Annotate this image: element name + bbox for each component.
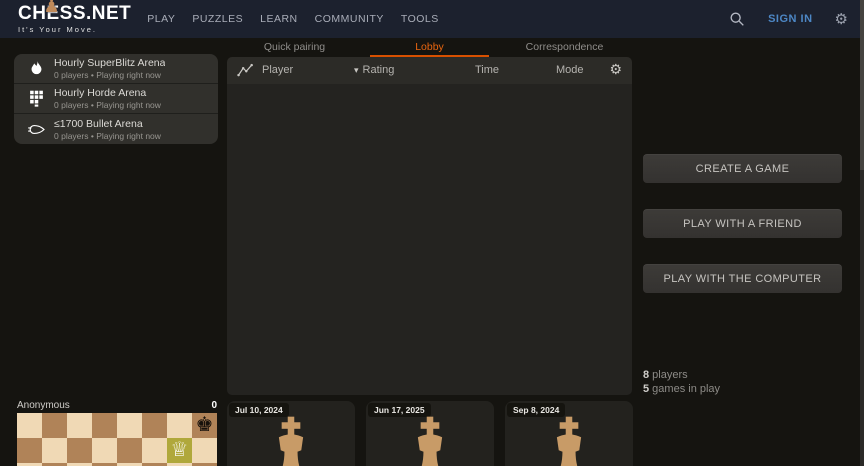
page-scrollbar[interactable] (860, 0, 864, 466)
lobby-panel: Quick pairing Lobby Correspondence Playe… (227, 38, 632, 395)
mini-board[interactable]: ♚ ♕ (17, 413, 217, 466)
tab-quick-pairing[interactable]: Quick pairing (227, 38, 362, 57)
column-header-rating[interactable]: ▾ Rating (354, 64, 394, 76)
chess-piece[interactable]: ♚ (192, 413, 217, 438)
featured-card[interactable]: Jun 17, 2025 (366, 401, 494, 466)
play-with-computer-button[interactable]: PLAY WITH THE COMPUTER (643, 264, 842, 293)
sort-arrow-icon: ▾ (354, 65, 359, 75)
tournament-list: Hourly SuperBlitz Arena 0 players • Play… (14, 54, 218, 144)
mini-game-score: 0 (211, 400, 217, 411)
site-stats: 8 players 5 games in play (643, 368, 720, 396)
column-header-player[interactable]: Player (262, 64, 293, 76)
king-piece-icon (278, 416, 304, 466)
flame-icon (22, 60, 50, 77)
board-square[interactable] (142, 438, 167, 463)
board-square[interactable] (92, 413, 117, 438)
tournament-item-bullet[interactable]: ≤1700 Bullet Arena 0 players • Playing r… (14, 114, 218, 144)
board-square[interactable] (67, 438, 92, 463)
menu-item-play[interactable]: PLAY (147, 13, 175, 25)
create-game-button[interactable]: CREATE A GAME (643, 154, 842, 183)
board-square[interactable] (67, 413, 92, 438)
menu-item-learn[interactable]: LEARN (260, 13, 298, 25)
logo-pawn-icon: ♟ (43, 0, 61, 17)
board-square[interactable] (167, 413, 192, 438)
site-logo[interactable]: CH E ♟ SS.NET It's Your Move. (18, 0, 131, 35)
lobby-table-header: Player ▾ Rating Time Mode ⚙ (227, 57, 632, 84)
lobby-settings-gear-icon[interactable]: ⚙ (609, 62, 622, 76)
horde-icon (22, 90, 50, 107)
board-square[interactable] (42, 413, 67, 438)
tournament-item-superblitz[interactable]: Hourly SuperBlitz Arena 0 players • Play… (14, 54, 218, 84)
menu-item-community[interactable]: COMMUNITY (315, 13, 384, 25)
lobby-tabs: Quick pairing Lobby Correspondence (227, 38, 632, 57)
board-square[interactable] (192, 438, 217, 463)
players-count-line: 8 players (643, 369, 688, 381)
featured-game-widget[interactable]: Anonymous 0 ♚ ♕ (17, 400, 217, 466)
tournament-subtitle: 0 players • Playing right now (54, 100, 161, 110)
navbar-right: SIGN IN ⚙ (728, 10, 848, 28)
tournament-subtitle: 0 players • Playing right now (54, 70, 161, 80)
tournament-title: Hourly Horde Arena (54, 87, 147, 99)
featured-card-date: Jul 10, 2024 (229, 403, 289, 417)
tab-lobby[interactable]: Lobby (362, 38, 497, 57)
lobby-game-list (227, 84, 632, 395)
board-square[interactable] (17, 413, 42, 438)
search-icon[interactable] (728, 10, 746, 28)
board-square[interactable] (42, 438, 67, 463)
sign-in-button[interactable]: SIGN IN (768, 13, 812, 25)
play-with-friend-button[interactable]: PLAY WITH A FRIEND (643, 209, 842, 238)
featured-card[interactable]: Jul 10, 2024 (227, 401, 355, 466)
menu-item-puzzles[interactable]: PUZZLES (192, 13, 243, 25)
featured-card-date: Jun 17, 2025 (368, 403, 431, 417)
board-square[interactable] (117, 438, 142, 463)
board-square[interactable] (142, 413, 167, 438)
board-square[interactable] (17, 438, 42, 463)
site-tagline: It's Your Move. (18, 25, 97, 35)
featured-card-date: Sep 8, 2024 (507, 403, 566, 417)
tournament-subtitle: 0 players • Playing right now (54, 130, 161, 141)
games-count-line: 5 games in play (643, 383, 721, 395)
king-piece-icon (417, 416, 443, 466)
scrollbar-thumb[interactable] (860, 0, 864, 170)
tab-correspondence[interactable]: Correspondence (497, 38, 632, 57)
site-logo-text: CH E ♟ SS.NET (18, 0, 131, 23)
settings-gear-icon[interactable]: ⚙ (835, 12, 848, 27)
featured-card[interactable]: Sep 8, 2024 (505, 401, 633, 466)
tournament-item-horde[interactable]: Hourly Horde Arena 0 players • Playing r… (14, 84, 218, 114)
column-header-time[interactable]: Time (475, 64, 499, 76)
tournament-title: ≤1700 Bullet Arena (54, 117, 143, 130)
menu-item-tools[interactable]: TOOLS (401, 13, 439, 25)
board-square[interactable] (92, 438, 117, 463)
chess-piece[interactable]: ♕ (167, 438, 192, 463)
graph-filter-icon[interactable] (237, 63, 254, 78)
bullet-icon (22, 120, 50, 139)
mini-game-player-name: Anonymous (17, 400, 70, 411)
tournament-title: Hourly SuperBlitz Arena (54, 57, 166, 69)
column-header-mode[interactable]: Mode (556, 64, 584, 76)
king-piece-icon (556, 416, 582, 466)
board-square[interactable] (117, 413, 142, 438)
main-menu: PLAY PUZZLES LEARN COMMUNITY TOOLS (147, 13, 439, 25)
top-navbar: CH E ♟ SS.NET It's Your Move. PLAY PUZZLES … (0, 0, 864, 38)
